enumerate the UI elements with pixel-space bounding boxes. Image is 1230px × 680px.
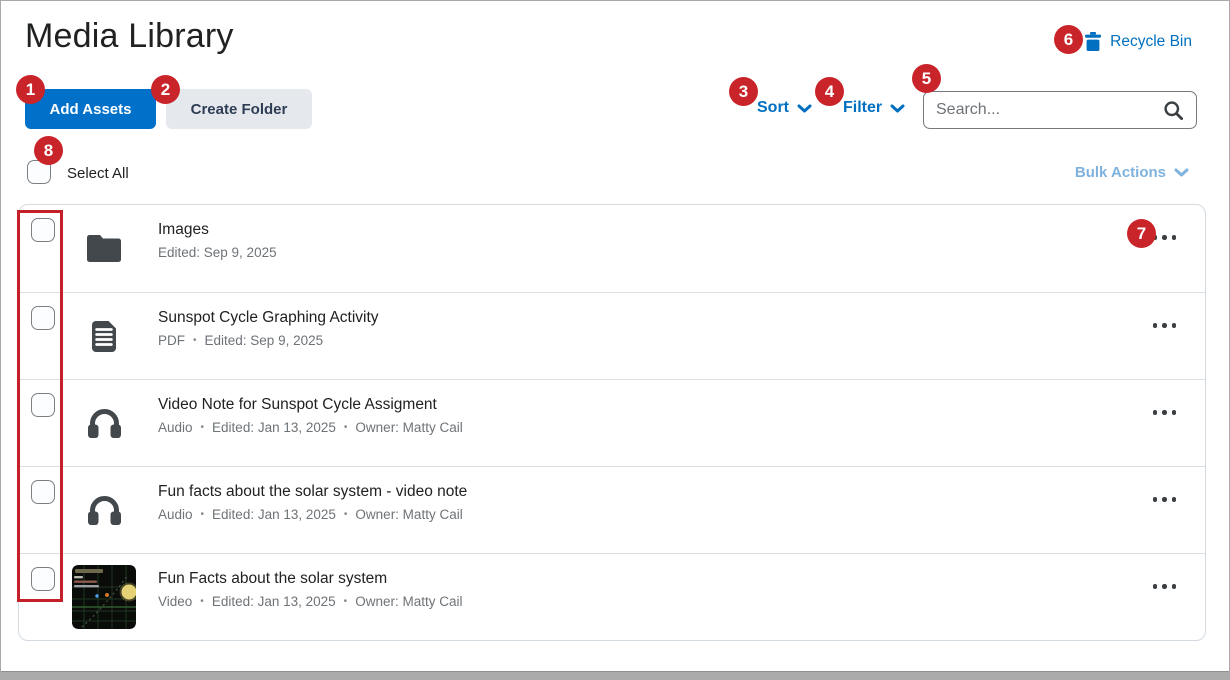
chevron-down-icon [890,104,905,113]
item-meta: PDF • Edited: Sep 9, 2025 [158,333,323,348]
item-title[interactable]: Sunspot Cycle Graphing Activity [158,309,379,327]
item-icon-box [71,215,137,281]
filter-dropdown[interactable]: Filter [843,99,905,117]
list-item: Fun facts about the solar system - video… [19,466,1205,553]
item-meta: Audio • Edited: Jan 13, 2025 • Owner: Matty … [158,507,463,522]
meta-separator: • [200,596,204,607]
meta-separator: • [343,509,348,520]
search-box [923,91,1197,129]
select-all-label: Select All [67,165,129,182]
ellipsis-icon [1152,584,1157,589]
item-checkbox[interactable] [31,567,55,591]
magnifier-icon[interactable] [1163,100,1184,121]
window-bottom-edge [1,671,1229,679]
item-title[interactable]: Video Note for Sunspot Cycle Assigment [158,396,437,414]
meta-text: Audio [158,420,193,435]
annotation-badge-6: 6 [1054,25,1083,54]
item-icon-box [71,477,137,543]
meta-separator: • [193,335,197,346]
meta-text: Edited: Jan 13, 2025 [212,507,336,522]
ellipsis-icon [1152,410,1157,415]
annotation-badge-2: 2 [151,75,180,104]
item-icon-box [71,564,137,630]
item-checkbox[interactable] [31,218,55,242]
meta-text: Edited: Jan 13, 2025 [212,420,336,435]
meta-separator: • [343,596,348,607]
create-folder-button[interactable]: Create Folder [166,89,312,129]
item-title[interactable]: Fun Facts about the solar system [158,570,387,588]
meta-separator: • [343,422,348,433]
sort-dropdown[interactable]: Sort [757,99,812,117]
annotation-badge-8: 8 [34,136,63,165]
item-meta: Audio • Edited: Jan 13, 2025 • Owner: Matty … [158,420,463,435]
item-actions-button[interactable] [1149,406,1181,419]
ellipsis-icon [1162,323,1167,328]
item-checkbox[interactable] [31,393,55,417]
search-input[interactable] [936,101,1163,119]
item-icon-box [71,390,137,456]
annotation-badge-1: 1 [16,75,45,104]
ellipsis-icon [1162,235,1167,240]
add-assets-button[interactable]: Add Assets [25,89,156,129]
sort-label: Sort [757,99,789,116]
ellipsis-icon [1162,410,1167,415]
item-title[interactable]: Fun facts about the solar system - video… [158,483,467,501]
headphones-icon [87,496,121,525]
ellipsis-icon [1152,323,1157,328]
bulk-actions-dropdown[interactable]: Bulk Actions [1075,164,1189,181]
item-actions-button[interactable] [1149,580,1181,593]
list-item: Fun Facts about the solar system Video • E… [19,553,1205,640]
meta-separator: • [200,509,205,520]
meta-text: PDF [158,333,185,348]
meta-text: Owner: Matty Cail [355,594,463,609]
annotation-badge-5: 5 [912,64,941,93]
ellipsis-icon [1162,497,1167,502]
filter-label: Filter [843,99,883,116]
asset-list: Images Edited: Sep 9, 2025 Sunspot Cycle… [18,204,1206,641]
meta-text: Edited: Sep 9, 2025 [158,245,277,260]
meta-text: Video [158,594,193,609]
ellipsis-icon [1171,497,1176,502]
meta-text: Edited: Sep 9, 2025 [204,333,324,348]
item-checkbox[interactable] [31,480,55,504]
annotation-badge-3: 3 [729,77,758,106]
ellipsis-icon [1171,323,1176,328]
item-icon-box [71,303,137,369]
item-meta: Edited: Sep 9, 2025 [158,245,277,260]
recycle-bin-label: Recycle Bin [1110,32,1192,50]
document-icon [92,320,116,352]
folder-icon [87,234,121,262]
video-thumbnail [72,565,136,629]
item-title[interactable]: Images [158,221,209,239]
item-meta: Video • Edited: Jan 13, 2025 • Owner: Matty … [158,594,462,609]
bulk-actions-label: Bulk Actions [1074,164,1166,181]
annotation-badge-4: 4 [815,77,844,106]
media-library-screen: Media Library Recycle Bin Add Assets Cre… [0,0,1230,680]
meta-text: Audio [158,507,193,522]
headphones-icon [87,409,121,438]
page-title: Media Library [25,17,234,55]
trash-icon [1085,32,1102,51]
meta-text: Owner: Matty Cail [355,507,463,522]
ellipsis-icon [1162,584,1167,589]
ellipsis-icon [1152,497,1157,502]
ellipsis-icon [1171,584,1176,589]
list-item: Images Edited: Sep 9, 2025 [19,205,1205,292]
ellipsis-icon [1171,235,1176,240]
meta-text: Owner: Matty Cail [355,420,463,435]
recycle-bin-link[interactable]: Recycle Bin [1085,32,1192,51]
annotation-badge-7: 7 [1127,219,1156,248]
list-item: Sunspot Cycle Graphing Activity PDF • Edit… [19,292,1205,379]
item-actions-button[interactable] [1149,493,1181,506]
meta-text: Edited: Jan 13, 2025 [211,594,336,609]
chevron-down-icon [797,104,812,113]
list-item: Video Note for Sunspot Cycle Assigment A… [19,379,1205,466]
ellipsis-icon [1171,410,1176,415]
item-checkbox[interactable] [31,306,55,330]
chevron-down-icon [1174,168,1189,177]
item-actions-button[interactable] [1149,319,1181,332]
meta-separator: • [200,422,205,433]
